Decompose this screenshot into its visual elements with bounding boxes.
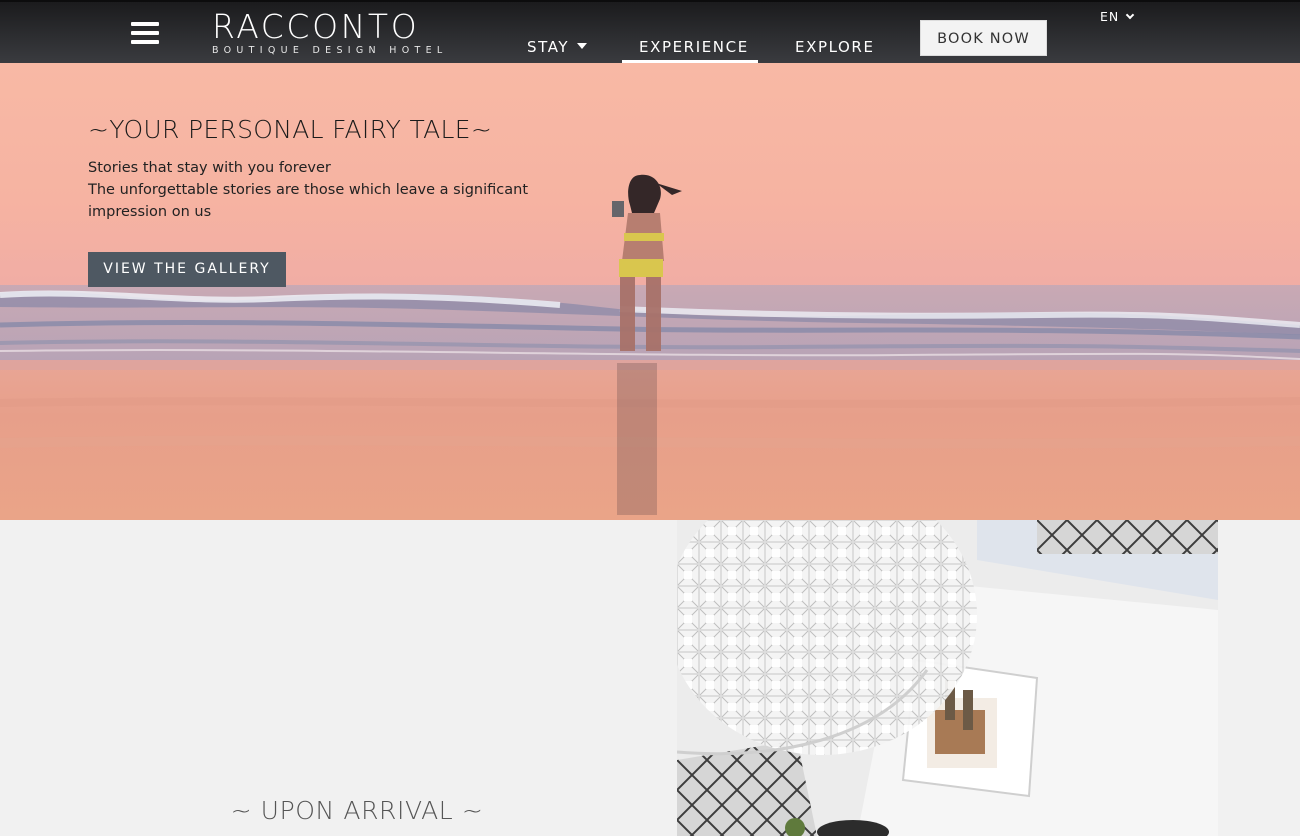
hero-title: ~YOUR PERSONAL FAIRY TALE~ — [88, 115, 493, 144]
nav-explore[interactable]: EXPLORE — [795, 38, 875, 56]
hamburger-bar — [131, 31, 159, 35]
language-label: EN — [1100, 9, 1120, 24]
site-logo[interactable]: RACCONTO BOUTIQUE DESIGN HOTEL — [212, 10, 450, 60]
caret-down-icon — [577, 43, 588, 49]
nav-stay-label: STAY — [527, 38, 570, 56]
hero-description-cont: impression on us — [88, 204, 212, 220]
nav-stay[interactable]: STAY — [527, 38, 588, 56]
menu-hamburger-icon[interactable] — [131, 22, 159, 46]
nav-experience[interactable]: EXPERIENCE — [639, 38, 749, 56]
chandelier-image — [677, 520, 1218, 836]
book-now-button[interactable]: BOOK NOW — [920, 20, 1047, 56]
hero-subtitle: Stories that stay with you forever — [88, 160, 331, 176]
site-header: RACCONTO BOUTIQUE DESIGN HOTEL STAY EXPE… — [0, 0, 1300, 65]
view-gallery-button[interactable]: VIEW THE GALLERY — [88, 252, 286, 287]
hero-banner: ~YOUR PERSONAL FAIRY TALE~ Stories that … — [0, 63, 1300, 520]
hero-description: The unforgettable stories are those whic… — [88, 182, 529, 198]
interior-photo — [677, 520, 1218, 836]
logo-tagline: BOUTIQUE DESIGN HOTEL — [212, 45, 448, 56]
chevron-down-icon — [1126, 10, 1135, 20]
right-margin — [1218, 520, 1300, 836]
hamburger-bar — [131, 40, 159, 44]
arrival-title: ~ UPON ARRIVAL ~ — [230, 796, 484, 825]
logo-wordmark: RACCONTO — [212, 7, 420, 46]
hamburger-bar — [131, 22, 159, 26]
arrival-section: ~ UPON ARRIVAL ~ — [0, 520, 677, 836]
language-selector[interactable]: EN — [1100, 9, 1135, 24]
